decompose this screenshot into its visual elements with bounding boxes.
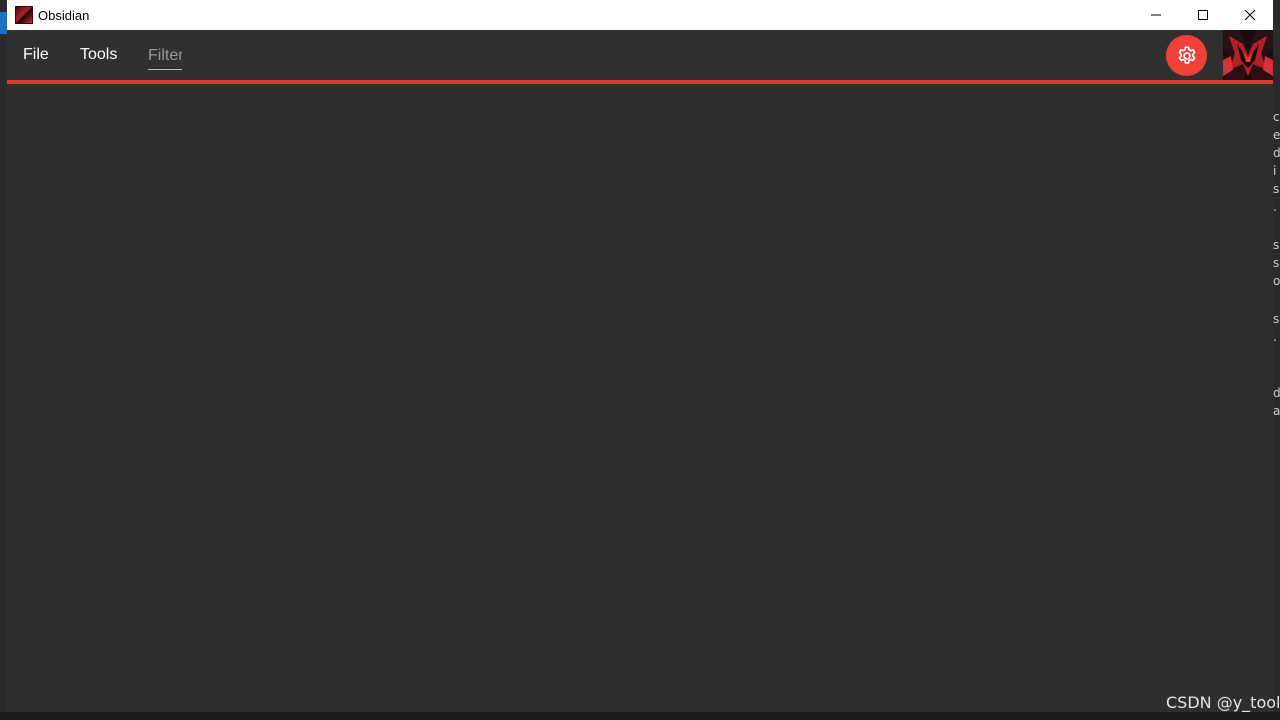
settings-button[interactable] [1166, 35, 1207, 76]
background-text-fragment: i [1273, 164, 1277, 178]
watermark-text: CSDN @y_tool [1166, 693, 1280, 712]
window-controls [1132, 0, 1273, 30]
background-text-fragment: c [1273, 110, 1280, 124]
background-text-fragment: s [1273, 238, 1280, 252]
close-button[interactable] [1226, 0, 1273, 30]
background-text-fragment: s [1273, 312, 1280, 326]
background-desktop-left [0, 0, 7, 720]
background-text-fragment: d [1273, 386, 1280, 400]
background-text-fragment: . [1273, 200, 1277, 214]
tools-menu[interactable]: Tools [80, 46, 117, 64]
title-bar[interactable]: Obsidian [7, 0, 1273, 31]
background-text-fragment: e [1273, 128, 1280, 142]
background-text-fragment: . [1273, 330, 1277, 344]
file-menu[interactable]: File [23, 46, 49, 64]
minimize-button[interactable] [1132, 0, 1179, 30]
user-avatar-image [1223, 30, 1273, 81]
gear-icon [1178, 45, 1195, 64]
window-title: Obsidian [38, 7, 90, 23]
app-toolbar: File Tools [7, 30, 1273, 81]
maximize-button[interactable] [1179, 0, 1226, 30]
background-text-fragment: d [1273, 146, 1280, 160]
background-text-fragment: o [1273, 274, 1280, 288]
background-desktop-right: c e d i s . s s o s . d a [1273, 0, 1280, 720]
filter-input[interactable] [148, 45, 182, 67]
minimize-icon [1150, 14, 1161, 16]
background-text-fragment: s [1273, 256, 1280, 270]
maximize-icon [1197, 10, 1208, 20]
avatar[interactable] [1223, 30, 1273, 81]
app-window: Obsidian File Tools [7, 0, 1273, 712]
background-desktop-bottom [0, 712, 1280, 720]
background-text-fragment: a [1273, 404, 1280, 418]
background-text-fragment: s [1273, 182, 1280, 196]
background-window-fragment [0, 12, 7, 34]
close-icon [1244, 9, 1255, 21]
main-content-area [7, 84, 1273, 712]
filter-field [148, 45, 182, 70]
obsidian-app-icon [15, 6, 33, 24]
